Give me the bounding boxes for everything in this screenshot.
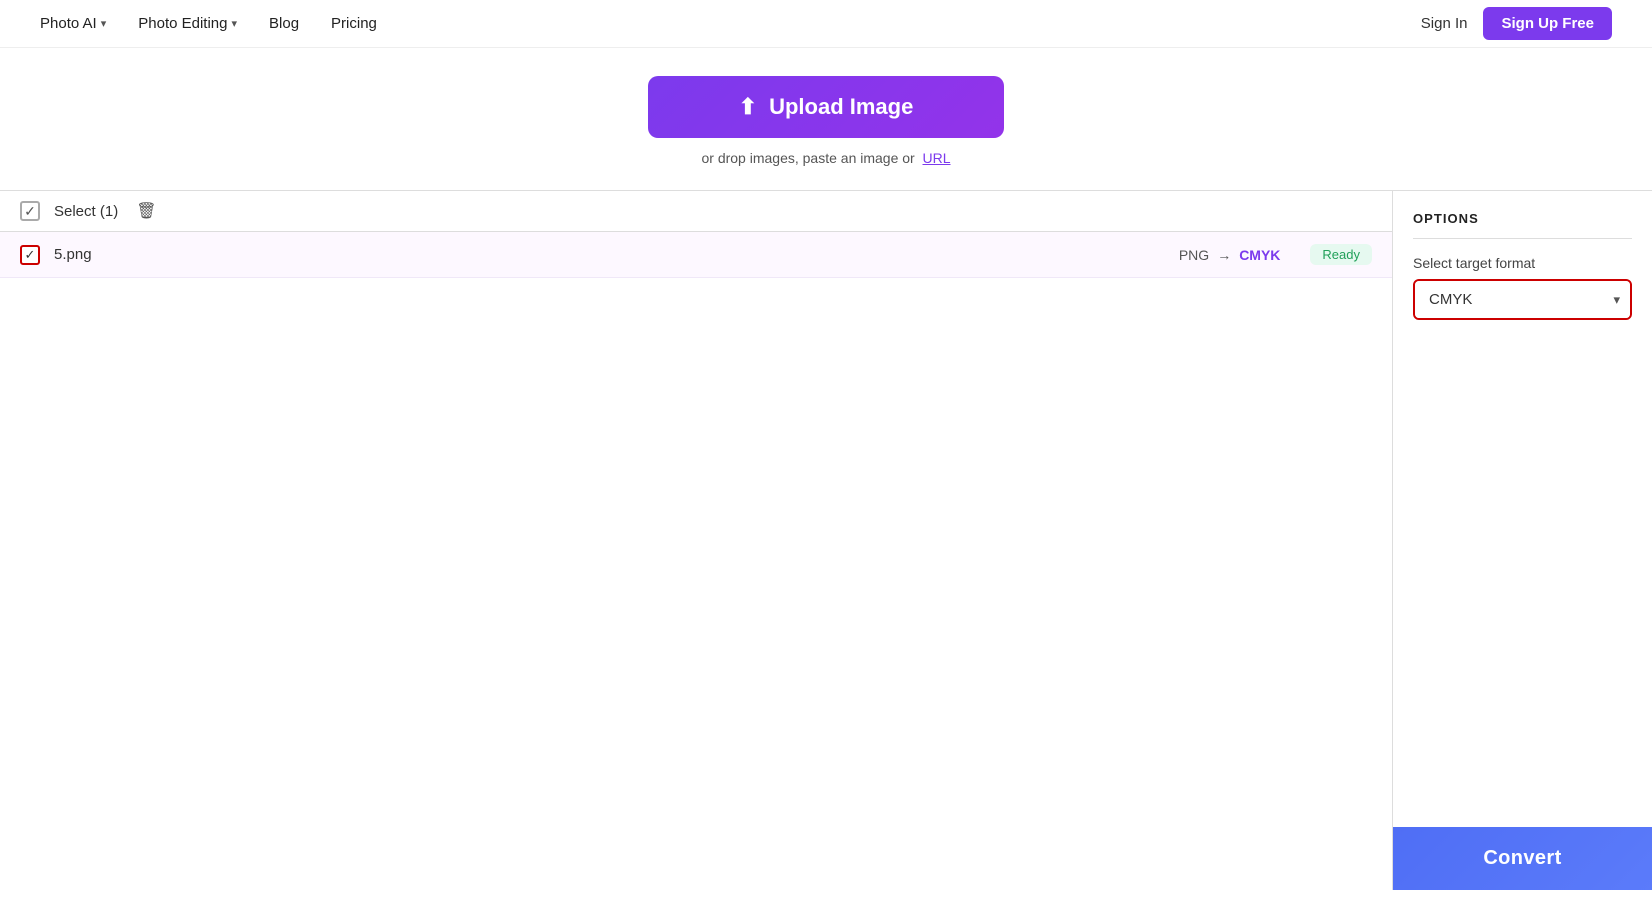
chevron-down-icon-2: ▾ [231, 17, 237, 30]
nav-photo-editing-label: Photo Editing [138, 15, 227, 32]
navbar: Photo AI ▾ Photo Editing ▾ Blog Pricing … [0, 0, 1652, 48]
format-select[interactable]: CMYK PNG JPEG WEBP GIF BMP TIFF [1415, 281, 1630, 318]
sign-in-button[interactable]: Sign In [1421, 15, 1468, 32]
format-select-wrapper: CMYK PNG JPEG WEBP GIF BMP TIFF [1413, 279, 1632, 320]
nav-photo-ai-label: Photo AI [40, 15, 97, 32]
nav-pricing[interactable]: Pricing [331, 15, 377, 32]
nav-pricing-label: Pricing [331, 15, 377, 32]
source-format: PNG [1179, 247, 1209, 263]
options-panel: OPTIONS Select target format CMYK PNG JP… [1392, 190, 1652, 890]
convert-button[interactable]: Convert [1393, 827, 1652, 890]
url-link[interactable]: URL [923, 150, 951, 166]
nav-photo-ai[interactable]: Photo AI ▾ [40, 15, 106, 32]
nav-left: Photo AI ▾ Photo Editing ▾ Blog Pricing [40, 15, 377, 32]
file-name: 5.png [54, 246, 1165, 263]
file-list-header: ✓ Select (1) 🗑 [0, 191, 1392, 232]
upload-button[interactable]: ⬆ Upload Image [648, 76, 1004, 138]
file-check-icon: ✓ [25, 247, 36, 263]
select-label: Select (1) [54, 203, 118, 220]
nav-photo-editing[interactable]: Photo Editing ▾ [138, 15, 237, 32]
select-format-label: Select target format [1413, 255, 1632, 271]
upload-button-label: Upload Image [769, 94, 913, 120]
target-format: CMYK [1239, 247, 1280, 263]
upload-icon: ⬆ [739, 94, 757, 120]
check-icon: ✓ [24, 203, 36, 220]
file-area: ✓ Select (1) 🗑 ✓ 5.png PNG → CMYK Ready [0, 190, 1652, 890]
drop-hint: or drop images, paste an image or URL [701, 150, 950, 166]
table-row: ✓ 5.png PNG → CMYK Ready [0, 232, 1392, 278]
arrow-icon: → [1217, 247, 1231, 263]
file-conversion: PNG → CMYK [1179, 247, 1281, 263]
select-all-checkbox[interactable]: ✓ [20, 201, 40, 221]
options-title: OPTIONS [1413, 211, 1632, 239]
status-badge: Ready [1310, 244, 1372, 265]
file-list-panel: ✓ Select (1) 🗑 ✓ 5.png PNG → CMYK Ready [0, 190, 1392, 890]
nav-right: Sign In Sign Up Free [1421, 7, 1612, 40]
convert-btn-wrapper: Convert [1393, 827, 1652, 890]
sign-up-button[interactable]: Sign Up Free [1483, 7, 1612, 40]
format-select-row: CMYK PNG JPEG WEBP GIF BMP TIFF ▾ [1413, 279, 1632, 320]
chevron-down-icon: ▾ [101, 17, 107, 30]
nav-blog[interactable]: Blog [269, 15, 299, 32]
main-content: ⬆ Upload Image or drop images, paste an … [0, 48, 1652, 890]
nav-blog-label: Blog [269, 15, 299, 32]
file-checkbox[interactable]: ✓ [20, 245, 40, 265]
delete-icon[interactable]: 🗑 [136, 201, 156, 221]
